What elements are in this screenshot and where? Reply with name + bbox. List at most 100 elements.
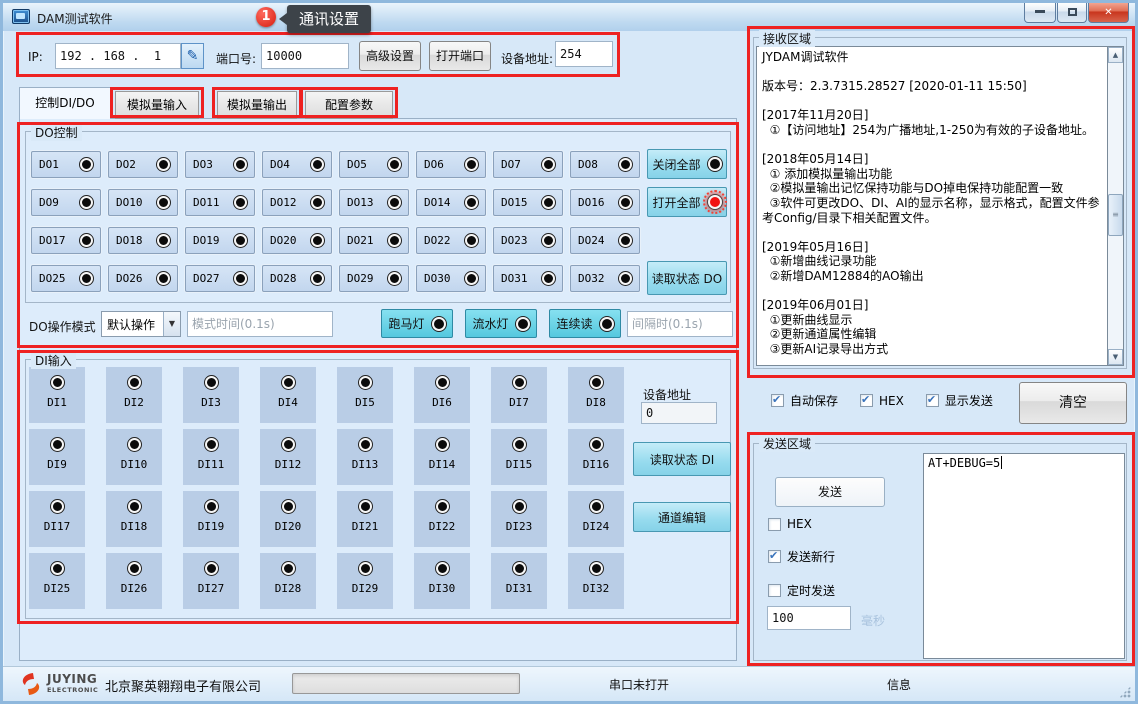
- marquee-button[interactable]: 跑马灯: [381, 309, 453, 338]
- di-channel-tile[interactable]: DI17: [29, 491, 85, 547]
- di-channel-tile[interactable]: DI13: [337, 429, 393, 485]
- advanced-settings-button[interactable]: 高级设置: [359, 41, 421, 71]
- send-button[interactable]: 发送: [775, 477, 885, 507]
- tab-control-di-do[interactable]: 控制DI/DO: [19, 87, 111, 119]
- scroll-up-icon[interactable]: ▲: [1108, 47, 1123, 63]
- tab-config-params[interactable]: 配置参数: [305, 91, 393, 119]
- di-channel-tile[interactable]: DI19: [183, 491, 239, 547]
- di-channel-tile[interactable]: DI27: [183, 553, 239, 609]
- do-channel-button[interactable]: DO31: [493, 265, 563, 292]
- receive-scrollbar[interactable]: ▲ ≡ ▼: [1107, 46, 1124, 366]
- di-channel-tile[interactable]: DI7: [491, 367, 547, 423]
- receive-option[interactable]: 显示发送: [926, 392, 993, 409]
- do-channel-button[interactable]: DO32: [570, 265, 640, 292]
- do-channel-button[interactable]: DO2: [108, 151, 178, 178]
- tab-analog-output[interactable]: 模拟量输出: [217, 91, 297, 119]
- send-option[interactable]: 发送新行: [768, 548, 835, 565]
- do-channel-button[interactable]: DO10: [108, 189, 178, 216]
- do-channel-button[interactable]: DO7: [493, 151, 563, 178]
- minimize-button[interactable]: [1024, 3, 1056, 23]
- close-button[interactable]: ✕: [1088, 3, 1129, 23]
- di-channel-tile[interactable]: DI1: [29, 367, 85, 423]
- do-channel-button[interactable]: DO8: [570, 151, 640, 178]
- receive-log[interactable]: JYDAM调试软件 版本号：2.3.7315.28527 [2020-01-11…: [756, 46, 1107, 366]
- read-do-status-button[interactable]: 读取状态 DO: [647, 261, 727, 295]
- send-interval-input[interactable]: [767, 606, 851, 630]
- do-channel-button[interactable]: DO3: [185, 151, 255, 178]
- checkbox-icon[interactable]: [768, 584, 781, 597]
- do-channel-button[interactable]: DO19: [185, 227, 255, 254]
- title-bar[interactable]: DAM测试软件 ✕: [3, 3, 1135, 31]
- do-channel-button[interactable]: DO18: [108, 227, 178, 254]
- do-channel-button[interactable]: DO4: [262, 151, 332, 178]
- di-channel-tile[interactable]: DI8: [568, 367, 624, 423]
- close-all-button[interactable]: 关闭全部: [647, 149, 727, 179]
- port-input[interactable]: [261, 43, 349, 69]
- do-channel-button[interactable]: DO5: [339, 151, 409, 178]
- send-content-textarea[interactable]: AT+DEBUG=5: [923, 453, 1125, 659]
- resize-grip[interactable]: [1119, 686, 1131, 698]
- mode-time-input[interactable]: [187, 311, 333, 337]
- do-channel-button[interactable]: DO26: [108, 265, 178, 292]
- checkbox-icon[interactable]: [771, 394, 784, 407]
- di-channel-tile[interactable]: DI14: [414, 429, 470, 485]
- checkbox-icon[interactable]: [926, 394, 939, 407]
- di-channel-tile[interactable]: DI25: [29, 553, 85, 609]
- di-channel-tile[interactable]: DI12: [260, 429, 316, 485]
- di-channel-tile[interactable]: DI29: [337, 553, 393, 609]
- di-channel-tile[interactable]: DI9: [29, 429, 85, 485]
- receive-option[interactable]: HEX: [860, 394, 904, 408]
- di-channel-tile[interactable]: DI20: [260, 491, 316, 547]
- ip-input[interactable]: [55, 43, 181, 69]
- di-channel-tile[interactable]: DI32: [568, 553, 624, 609]
- do-channel-button[interactable]: DO14: [416, 189, 486, 216]
- flow-light-button[interactable]: 流水灯: [465, 309, 537, 338]
- di-channel-tile[interactable]: DI23: [491, 491, 547, 547]
- do-channel-button[interactable]: DO16: [570, 189, 640, 216]
- ip-edit-button[interactable]: ✎: [181, 43, 204, 69]
- di-channel-tile[interactable]: DI11: [183, 429, 239, 485]
- di-channel-tile[interactable]: DI18: [106, 491, 162, 547]
- do-channel-button[interactable]: DO29: [339, 265, 409, 292]
- di-channel-tile[interactable]: DI16: [568, 429, 624, 485]
- send-option[interactable]: 定时发送: [768, 582, 835, 599]
- di-channel-tile[interactable]: DI28: [260, 553, 316, 609]
- clear-button[interactable]: 清空: [1019, 382, 1127, 424]
- read-di-status-button[interactable]: 读取状态 DI: [633, 442, 731, 476]
- checkbox-icon[interactable]: [860, 394, 873, 407]
- do-channel-button[interactable]: DO22: [416, 227, 486, 254]
- di-channel-tile[interactable]: DI5: [337, 367, 393, 423]
- do-channel-button[interactable]: DO27: [185, 265, 255, 292]
- di-channel-tile[interactable]: DI30: [414, 553, 470, 609]
- do-channel-button[interactable]: DO21: [339, 227, 409, 254]
- di-channel-tile[interactable]: DI22: [414, 491, 470, 547]
- do-channel-button[interactable]: DO20: [262, 227, 332, 254]
- do-channel-button[interactable]: DO9: [31, 189, 101, 216]
- di-channel-tile[interactable]: DI2: [106, 367, 162, 423]
- tab-analog-input[interactable]: 模拟量输入: [115, 91, 199, 119]
- di-channel-tile[interactable]: DI10: [106, 429, 162, 485]
- do-channel-button[interactable]: DO30: [416, 265, 486, 292]
- checkbox-icon[interactable]: [768, 518, 781, 531]
- do-mode-select[interactable]: 默认操作 ▼: [101, 311, 181, 337]
- receive-option[interactable]: 自动保存: [771, 392, 838, 409]
- do-channel-button[interactable]: DO12: [262, 189, 332, 216]
- di-channel-tile[interactable]: DI4: [260, 367, 316, 423]
- do-channel-button[interactable]: DO24: [570, 227, 640, 254]
- di-channel-tile[interactable]: DI3: [183, 367, 239, 423]
- do-channel-button[interactable]: DO17: [31, 227, 101, 254]
- send-option[interactable]: HEX: [768, 517, 835, 531]
- open-port-button[interactable]: 打开端口: [429, 41, 491, 71]
- di-channel-tile[interactable]: DI6: [414, 367, 470, 423]
- do-channel-button[interactable]: DO23: [493, 227, 563, 254]
- maximize-button[interactable]: [1057, 3, 1087, 23]
- checkbox-icon[interactable]: [768, 550, 781, 563]
- scroll-down-icon[interactable]: ▼: [1108, 349, 1123, 365]
- do-channel-button[interactable]: DO13: [339, 189, 409, 216]
- interval-time-input[interactable]: [627, 311, 733, 337]
- do-channel-button[interactable]: DO6: [416, 151, 486, 178]
- device-address-input[interactable]: [555, 41, 613, 67]
- do-channel-button[interactable]: DO11: [185, 189, 255, 216]
- channel-edit-button[interactable]: 通道编辑: [633, 502, 731, 532]
- di-channel-tile[interactable]: DI26: [106, 553, 162, 609]
